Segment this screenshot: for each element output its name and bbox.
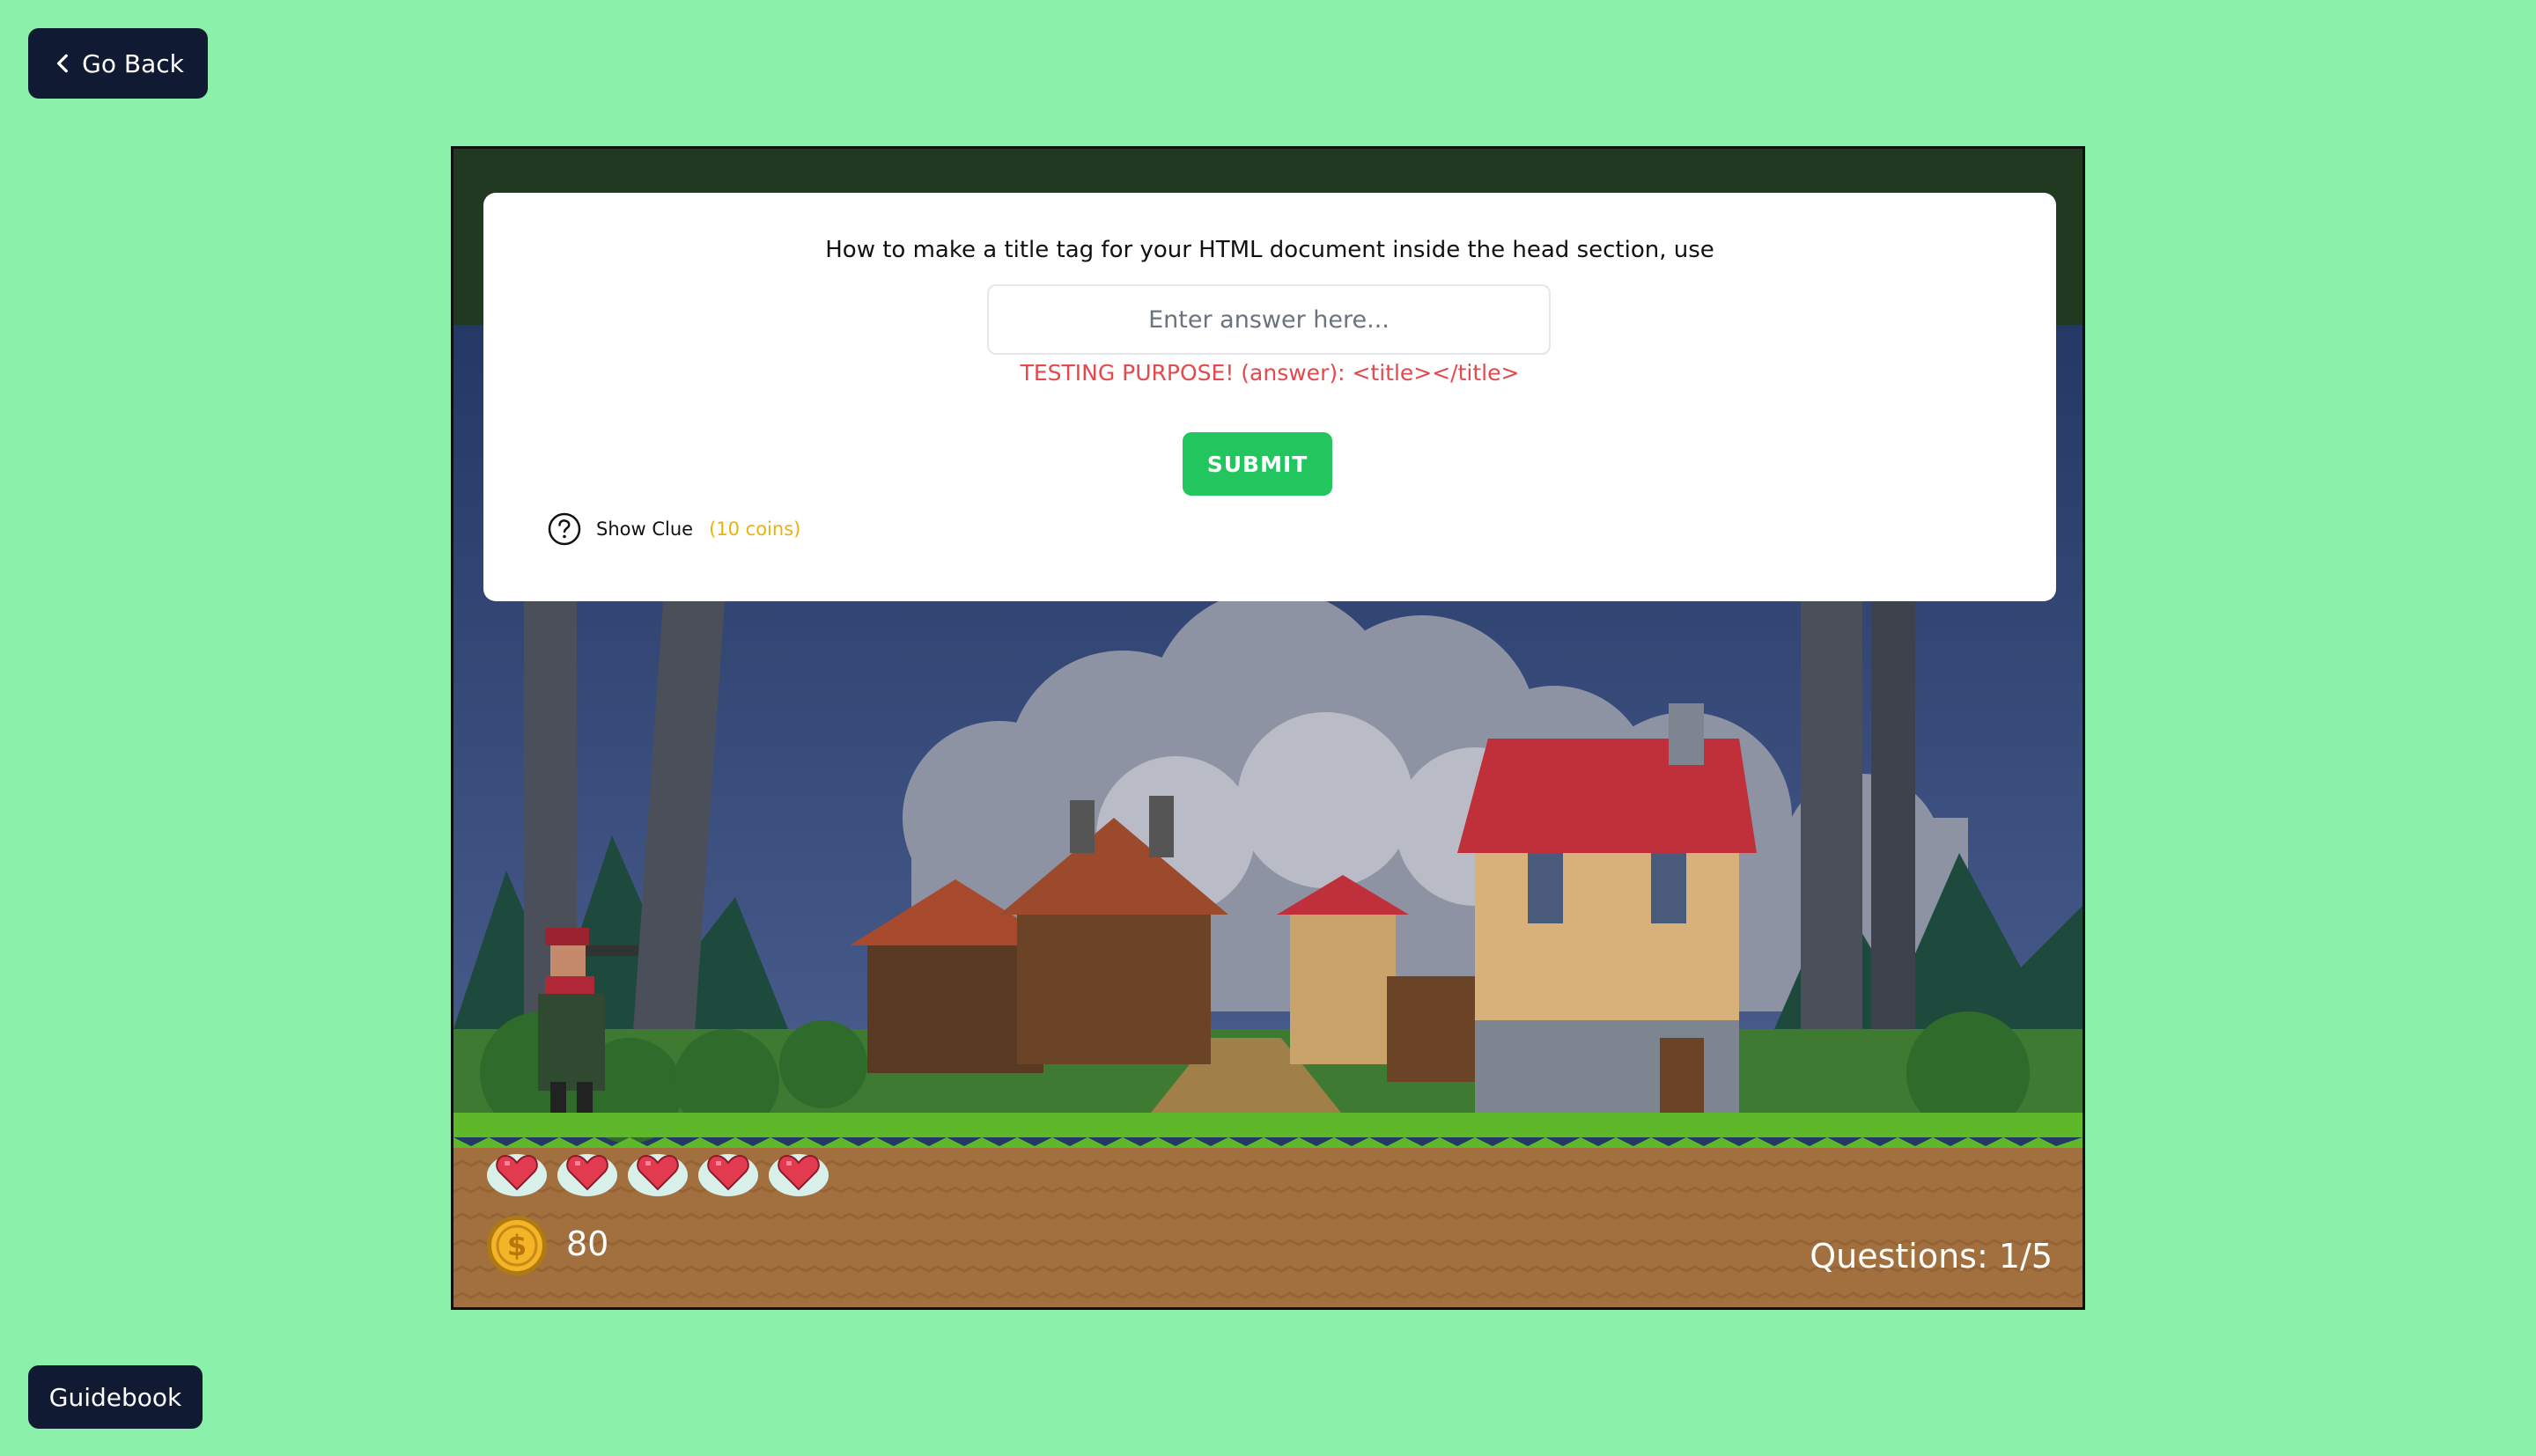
go-back-button[interactable]: Go Back: [28, 28, 208, 99]
svg-text:$: $: [507, 1229, 527, 1262]
coin-count: 80: [566, 1224, 609, 1263]
heart-icon: [769, 1154, 829, 1196]
game-area: How to make a title tag for your HTML do…: [451, 146, 2085, 1310]
go-back-label: Go Back: [82, 48, 184, 78]
lives-display: [485, 1143, 830, 1200]
clue-cost: (10 coins): [709, 518, 801, 540]
grass-strip: [453, 1113, 2083, 1137]
heart-icon: [628, 1154, 688, 1196]
guidebook-button[interactable]: Guidebook: [28, 1365, 203, 1429]
heart-icon: [698, 1154, 758, 1196]
answer-input[interactable]: [987, 284, 1551, 355]
testing-answer-hint: TESTING PURPOSE! (answer): <title></titl…: [1020, 360, 1520, 386]
heart-icon: [557, 1154, 617, 1196]
quiz-card: How to make a title tag for your HTML do…: [483, 193, 2056, 601]
submit-button[interactable]: SUBMIT: [1183, 432, 1332, 496]
heart-icon: [487, 1154, 547, 1196]
show-clue-button[interactable]: Show Clue (10 coins): [547, 511, 800, 547]
question-text: How to make a title tag for your HTML do…: [825, 237, 1714, 263]
questions-progress: Questions: 1/5: [1810, 1237, 2053, 1276]
chevron-left-icon: [57, 54, 69, 73]
question-circle-icon: [548, 512, 581, 546]
show-clue-label: Show Clue: [596, 518, 694, 540]
coin-icon: $: [487, 1216, 547, 1276]
